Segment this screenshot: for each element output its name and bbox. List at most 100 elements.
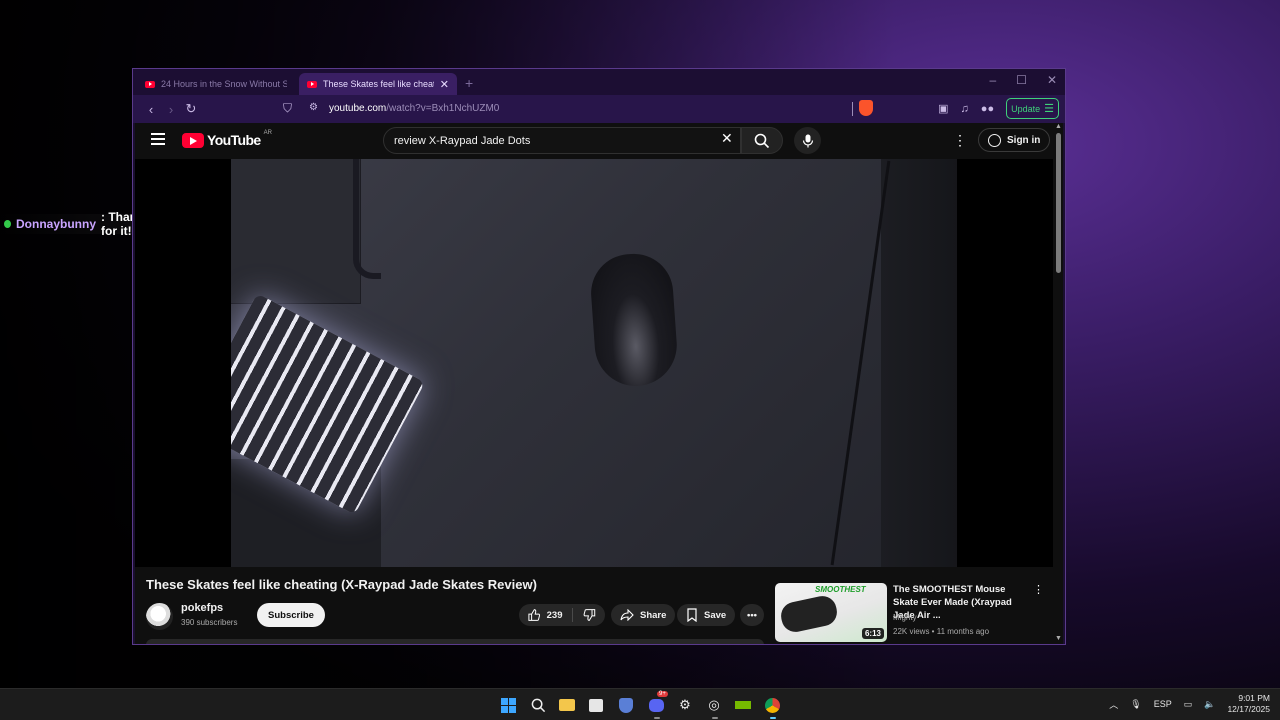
more-actions-button[interactable]: •••	[740, 604, 764, 626]
clear-search-icon[interactable]: ✕	[721, 130, 733, 147]
menu-icon: ☰	[1044, 103, 1054, 115]
tab-close-icon[interactable]: ✕	[440, 78, 449, 91]
toolbar-right: ▣ ♫ ●● Update ☰	[938, 98, 1059, 119]
sign-in-label: Sign in	[1007, 134, 1041, 146]
like-divider	[572, 608, 574, 622]
bookmark-icon[interactable]: ⛉	[283, 101, 292, 116]
window-controls: – ☐ ✕	[989, 73, 1057, 87]
microsoft-store-icon[interactable]	[587, 696, 605, 714]
hamburger-menu-icon[interactable]	[151, 133, 165, 145]
recommended-channel[interactable]: Mighty	[893, 613, 917, 622]
video-info: These Skates feel like cheating (X-Raypa…	[135, 567, 1053, 644]
url-field[interactable]: youtube.com/watch?v=Bxh1NchUZM0	[329, 103, 499, 114]
taskbar-search-icon[interactable]	[529, 696, 547, 714]
tab-snow-video[interactable]: 24 Hours in the Snow Without Shelte	[137, 73, 295, 95]
sign-in-button[interactable]: Sign in	[978, 128, 1051, 152]
active-indicator	[770, 717, 776, 719]
steelseries-icon[interactable]: ◎	[705, 696, 723, 714]
file-explorer-icon[interactable]	[558, 696, 576, 714]
page-scrollbar[interactable]: ▲ ▼	[1053, 123, 1063, 644]
settings-kebab-icon[interactable]: ⋮	[953, 132, 967, 149]
forward-arrow-icon[interactable]: ›	[161, 102, 181, 117]
url-host: youtube.com	[329, 103, 387, 114]
youtube-favicon-icon	[307, 80, 317, 88]
like-dislike-group: 239	[519, 604, 605, 626]
recommended-thumbnail[interactable]: SMOOTHEST 6:13	[775, 583, 887, 642]
update-button[interactable]: Update ☰	[1006, 98, 1059, 119]
discord-icon[interactable]: 9+	[647, 691, 668, 714]
youtube-logo[interactable]: YouTube AR	[182, 130, 272, 148]
thumbs-up-icon[interactable]	[528, 608, 541, 622]
youtube-wordmark: YouTube	[207, 132, 261, 148]
save-label: Save	[704, 609, 727, 621]
microphone-tray-icon[interactable]: 🎙	[1130, 699, 1141, 710]
search-icon	[754, 133, 770, 148]
share-icon	[620, 609, 634, 621]
description-box[interactable]	[146, 639, 764, 644]
back-arrow-icon[interactable]: ‹	[141, 102, 161, 117]
video-player[interactable]	[135, 159, 1053, 567]
steam-icon[interactable]: ⚙	[676, 696, 694, 714]
channel-name[interactable]: pokefps	[181, 602, 223, 614]
chrome-icon[interactable]	[763, 696, 781, 714]
url-path: /watch?v=Bxh1NchUZM0	[386, 103, 500, 114]
search-input[interactable]: review X-Raypad Jade Dots	[383, 127, 741, 154]
tray-overflow-icon[interactable]: ︿	[1109, 698, 1118, 711]
system-tray: ︿ 🎙 ESP ▭ 🔈 9:01 PM 12/17/2025	[1109, 693, 1270, 715]
video-scene-mouse	[588, 251, 680, 389]
scroll-up-icon[interactable]: ▲	[1055, 123, 1062, 130]
clock-time: 9:01 PM	[1238, 693, 1270, 703]
scroll-down-icon[interactable]: ▼	[1055, 635, 1062, 642]
clock[interactable]: 9:01 PM 12/17/2025	[1227, 693, 1270, 715]
thumbnail-mouse-image	[778, 593, 840, 635]
reader-mode-icon[interactable]: ▣	[938, 102, 948, 115]
reload-icon[interactable]: ↻	[181, 101, 201, 117]
video-title: These Skates feel like cheating (X-Raypa…	[146, 577, 537, 592]
update-label: Update	[1011, 103, 1041, 114]
chat-username: Donnaybunny	[16, 217, 97, 231]
new-tab-button[interactable]: +	[465, 75, 473, 91]
account-icon	[988, 133, 1001, 147]
recommended-kebab-icon[interactable]: ⋮	[1033, 583, 1044, 596]
country-code: AR	[263, 130, 272, 136]
video-scene-cable	[353, 159, 381, 279]
save-button[interactable]: Save	[677, 604, 736, 626]
youtube-header: YouTube AR review X-Raypad Jade Dots ✕ ⋮…	[135, 123, 1053, 159]
windows-start-icon[interactable]	[499, 696, 517, 714]
recommended-video[interactable]: SMOOTHEST 6:13 The SMOOTHEST Mouse Skate…	[775, 583, 1045, 643]
app-shield-icon[interactable]	[617, 696, 635, 714]
share-button[interactable]: Share	[611, 604, 676, 626]
tab-label: 24 Hours in the Snow Without Shelte	[161, 79, 287, 89]
video-duration: 6:13	[861, 628, 884, 639]
recommended-meta: 22K views • 11 months ago	[893, 627, 990, 636]
like-count: 239	[546, 609, 563, 621]
network-icon[interactable]: ▭	[1184, 699, 1193, 710]
youtube-favicon-icon	[145, 80, 155, 88]
maximize-button[interactable]: ☐	[1016, 73, 1027, 87]
vpn-icon[interactable]: ●●	[981, 103, 994, 115]
close-window-button[interactable]: ✕	[1047, 73, 1057, 87]
microphone-icon	[802, 134, 813, 147]
tab-bar: 24 Hours in the Snow Without Shelte Thes…	[133, 69, 1065, 95]
volume-icon[interactable]: 🔈	[1204, 699, 1215, 710]
channel-avatar[interactable]	[146, 603, 173, 630]
voice-search-button[interactable]	[794, 127, 821, 154]
save-icon	[687, 608, 697, 622]
search-button[interactable]	[741, 127, 783, 154]
nvidia-icon[interactable]	[734, 696, 752, 714]
music-icon[interactable]: ♫	[961, 103, 969, 115]
subscribe-button[interactable]: Subscribe	[257, 603, 325, 627]
scrollbar-thumb[interactable]	[1056, 133, 1061, 273]
minimize-button[interactable]: –	[989, 73, 996, 87]
site-settings-icon[interactable]: ⚙	[309, 102, 318, 113]
language-indicator[interactable]: ESP	[1154, 699, 1172, 709]
subscriber-count: 390 subscribers	[181, 618, 238, 627]
video-frame[interactable]	[231, 159, 957, 567]
youtube-page: YouTube AR review X-Raypad Jade Dots ✕ ⋮…	[135, 123, 1053, 644]
brave-shields-icon[interactable]	[859, 100, 873, 116]
thumbs-down-icon[interactable]	[583, 608, 596, 622]
more-horizontal-icon: •••	[747, 609, 757, 621]
tab-skates-video[interactable]: These Skates feel like cheating (X ✕	[299, 73, 457, 95]
clock-date: 12/17/2025	[1227, 704, 1270, 714]
share-label: Share	[640, 609, 667, 621]
